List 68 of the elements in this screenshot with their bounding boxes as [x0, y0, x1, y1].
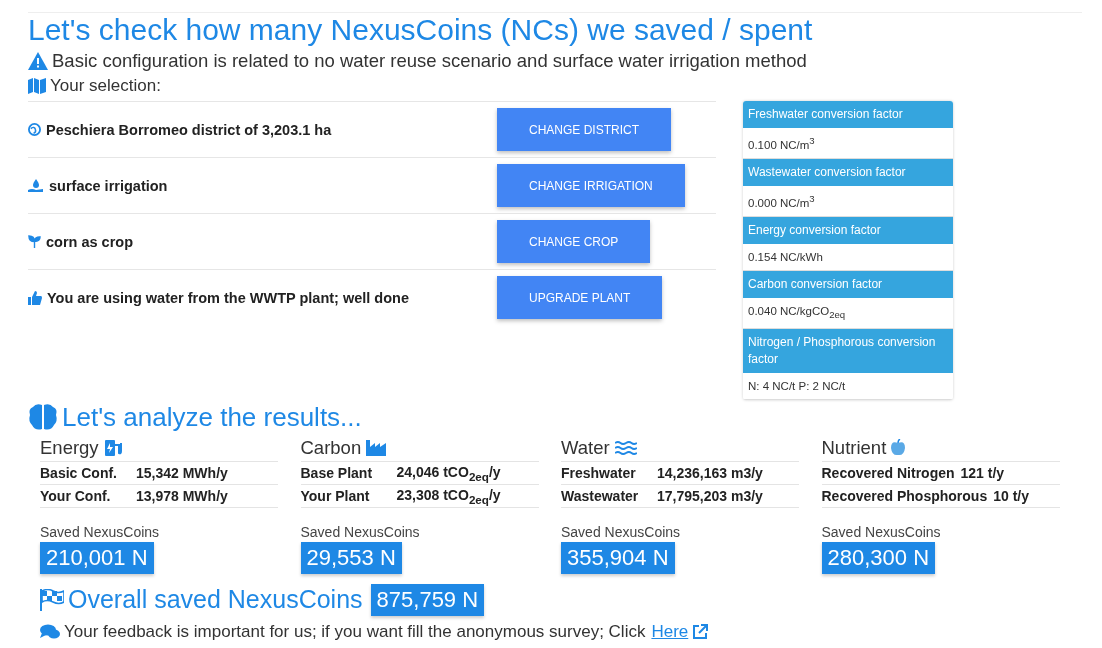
selection-text: surface irrigation	[49, 177, 168, 194]
selection-text: corn as crop	[46, 233, 134, 250]
selection-text: You are using water from the WWTP plant; well done	[47, 289, 409, 306]
selection-label: Your selection:	[50, 76, 161, 96]
factor-label: Wastewater conversion factor	[743, 158, 953, 186]
change-button[interactable]: CHANGE DISTRICT	[497, 108, 671, 151]
metric-label: Wastewater	[561, 487, 640, 504]
overall-label: Overall saved NexusCoins	[68, 585, 363, 615]
page-title: Let's check how many NexusCoins (NCs) we saved / spent	[28, 13, 814, 47]
coins-badge: 280,300 N	[821, 541, 936, 574]
feedback-text: Your feedback is important for us; if you want fill the anonymous survey; Click	[64, 621, 646, 642]
change-button[interactable]: CHANGE CROP	[497, 220, 651, 263]
metric-label: Recovered Nitrogen	[821, 464, 955, 481]
change-button[interactable]: CHANGE IRRIGATION	[497, 164, 685, 207]
category-title: Nutrient	[821, 436, 887, 459]
warning-icon	[28, 52, 48, 70]
checkered-flag-icon	[40, 588, 64, 611]
metric-label: Recovered Phosphorous	[821, 487, 988, 504]
notice-text: Basic configuration is related to no water reuse scenario and surface water irrigation method	[52, 50, 807, 72]
thumbs-up-icon	[28, 290, 42, 305]
selection-text: Peschiera Borromeo district of 3,203.1 ha	[46, 121, 332, 138]
metric-value: 13,978 MWh/y	[136, 487, 228, 504]
saved-label: Saved NexusCoins	[300, 523, 421, 540]
factory-icon	[366, 439, 387, 456]
metric-value: 23,308 tCO$_{2eq}$/y	[396, 486, 501, 506]
brain-icon	[28, 403, 58, 432]
factor-value: N: 4 NC/t P: 2 NC/t	[743, 372, 953, 400]
factor-value: 0.000 NC/m$^{3}$	[743, 185, 953, 217]
category-title: Energy	[40, 436, 99, 459]
external-link-icon	[692, 623, 709, 640]
apple-icon	[891, 439, 906, 457]
metric-label: Your Conf.	[40, 487, 112, 504]
results-title: Let's analyze the results...	[62, 401, 362, 433]
survey-link[interactable]: Here	[651, 621, 689, 642]
factor-label: Carbon conversion factor	[743, 270, 953, 298]
category-title: Carbon	[300, 436, 362, 459]
map-icon	[28, 78, 46, 94]
coins-badge: 29,553 N	[300, 541, 402, 574]
saved-label: Saved NexusCoins	[821, 523, 942, 540]
change-button[interactable]: UPGRADE PLANT	[497, 276, 663, 319]
metric-value: 17,795,203 m3/y	[657, 487, 763, 504]
metric-value: 121 t/y	[960, 464, 1005, 481]
globe-icon	[28, 123, 41, 136]
factor-label: Energy conversion factor	[743, 216, 953, 244]
metric-value: 15,342 MWh/y	[136, 464, 228, 481]
metric-label: Freshwater	[561, 464, 637, 481]
coins-badge: 355,904 N	[561, 541, 675, 574]
saved-label: Saved NexusCoins	[40, 523, 161, 540]
metric-label: Base Plant	[300, 464, 374, 481]
water-waves-icon	[614, 440, 637, 455]
saved-label: Saved NexusCoins	[561, 523, 682, 540]
factor-value: 0.154 NC/kWh	[743, 243, 953, 271]
category-title: Water	[561, 436, 610, 459]
factor-value: 0.040 NC/kgCO$_{2eq}$	[743, 297, 953, 329]
overall-coins-badge: 875,759 N	[370, 583, 485, 616]
comments-icon	[40, 623, 60, 640]
metric-label: Your Plant	[300, 487, 371, 504]
coins-badge: 210,001 N	[40, 541, 154, 574]
metric-value: 10 t/y	[993, 487, 1029, 504]
metric-value: 24,046 tCO$_{2eq}$/y	[396, 463, 501, 483]
metric-value: 14,236,163 m3/y	[657, 464, 763, 481]
sprout-icon	[28, 235, 41, 248]
hand-drop-icon	[28, 178, 44, 193]
factor-label: Freshwater conversion factor	[743, 101, 953, 128]
factor-value: 0.100 NC/m$^{3}$	[743, 128, 953, 159]
factor-label: Nitrogen / Phosphorous conversion factor	[743, 328, 953, 373]
charging-station-icon	[103, 438, 124, 457]
metric-label: Basic Conf.	[40, 464, 118, 481]
